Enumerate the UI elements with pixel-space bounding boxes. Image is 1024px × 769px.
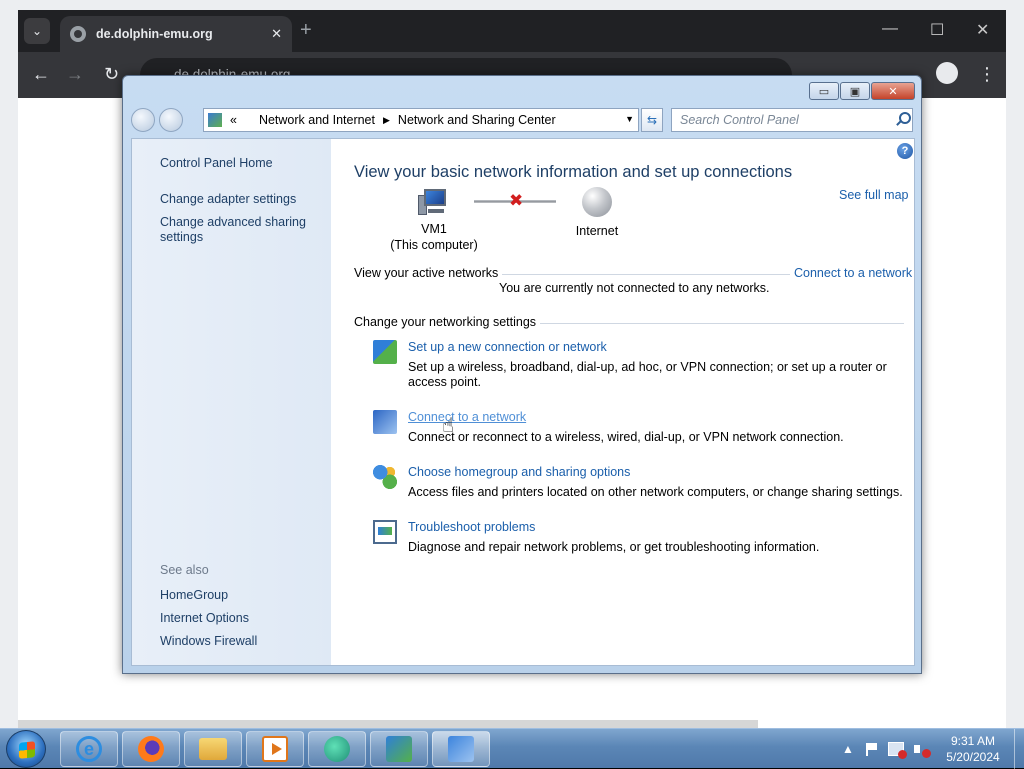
taskbar: e ▲ 9:31 AM 5/20/2024 [0,728,1024,769]
app-icon [324,736,350,762]
forward-arrow-icon[interactable]: → [66,64,84,84]
clock-date: 5/20/2024 [946,750,1000,764]
volume-muted-icon[interactable] [913,742,931,758]
action-center-flag-icon[interactable] [864,742,878,756]
firefox-icon [138,736,164,762]
breadcrumb[interactable]: « Network and Internet ▶ Network and Sha… [203,108,639,132]
task-description: Set up a wireless, broadband, dial-up, a… [408,360,887,389]
browser-maximize-button[interactable]: ☐ [930,20,944,40]
main-pane: ? View your basic network information an… [331,139,914,665]
internet-explorer-icon: e [76,736,102,762]
chevron-down-icon[interactable]: ▼ [625,114,634,124]
forward-button[interactable] [159,108,183,132]
search-input[interactable]: Search Control Panel [671,108,913,132]
window-caption-buttons: ▭ ▣ ✕ [808,82,915,100]
reload-icon[interactable]: ↻ [104,64,119,84]
task-description: Access files and printers located on oth… [408,485,903,499]
browser-menu-icon[interactable]: ⋮ [978,64,996,84]
control-panel-icon [208,113,222,127]
search-icon[interactable] [895,112,911,126]
connection-status-text: You are currently not connected to any n… [499,281,770,295]
breadcrumb-sharing-center[interactable]: Network and Sharing Center [398,113,556,127]
clock-time: 9:31 AM [950,734,996,748]
breadcrumb-network-internet[interactable]: Network and Internet [259,113,375,127]
homegroup-icon [373,465,397,489]
computer-subtitle: (This computer) [390,238,478,252]
globe-favicon-icon [70,26,86,42]
task-manager-icon [386,736,412,762]
sidebar: Control Panel Home Change adapter settin… [132,139,331,665]
account-circle-icon[interactable] [936,62,958,84]
back-forward-buttons [131,108,187,132]
see-full-map-link[interactable]: See full map [839,188,908,202]
internet-label: Internet [575,224,619,238]
connect-network-icon [373,410,397,434]
show-desktop-button[interactable] [1014,729,1024,769]
networking-settings-heading: Change your networking settings [354,315,541,329]
start-button[interactable] [6,730,46,768]
breadcrumb-separator-icon[interactable]: ▶ [383,115,390,126]
tab-close-icon[interactable]: ✕ [271,26,282,42]
computer-icon [418,189,450,217]
active-networks-heading: View your active networks [354,266,503,280]
browser-tab[interactable]: de.dolphin-emu.org ✕ [60,16,292,52]
back-arrow-icon[interactable]: ← [32,64,50,84]
system-clock[interactable]: 9:31 AM 5/20/2024 [934,733,1012,765]
tab-search-button[interactable]: ⌄ [24,18,50,44]
taskbar-media-player[interactable] [246,731,304,767]
disconnected-x-icon: ✖ [509,191,524,210]
new-tab-button[interactable]: + [300,20,312,40]
sidebar-change-advanced-sharing[interactable]: Change advanced sharing settings [160,215,310,245]
taskbar-control-panel[interactable] [432,731,490,767]
see-also-heading: See also [160,563,209,577]
sidebar-homegroup[interactable]: HomeGroup [160,588,228,603]
network-status-icon[interactable] [887,742,907,759]
setup-connection-link[interactable]: Set up a new connection or network [408,340,607,354]
media-player-icon [262,736,288,762]
breadcrumb-overflow[interactable]: « [230,113,237,127]
sidebar-internet-options[interactable]: Internet Options [160,611,249,626]
page-scroll-edge [18,720,758,728]
page-title: View your basic network information and … [354,163,793,181]
tab-strip: ⌄ de.dolphin-emu.org ✕ + — ☐ ✕ [18,10,1006,52]
control-panel-icon [448,736,474,762]
new-connection-icon [373,340,397,364]
window-content: Control Panel Home Change adapter settin… [131,138,915,666]
taskbar-task-manager[interactable] [370,731,428,767]
browser-minimize-button[interactable]: — [882,20,898,38]
help-icon[interactable]: ? [897,143,913,159]
network-sharing-center-window: ▭ ▣ ✕ « Network and Internet ▶ Network a… [122,75,922,674]
computer-name: VM1 [421,222,447,236]
sidebar-control-panel-home[interactable]: Control Panel Home [160,156,273,171]
taskbar-app[interactable] [308,731,366,767]
window-close-button[interactable]: ✕ [871,82,915,100]
connect-network-link[interactable]: Connect to a network [408,410,526,424]
explorer-address-bar: « Network and Internet ▶ Network and Sha… [131,106,913,134]
show-hidden-icons-button[interactable]: ▲ [842,742,854,756]
homegroup-sharing-link[interactable]: Choose homegroup and sharing options [408,465,630,479]
troubleshoot-icon [373,520,397,544]
refresh-button[interactable]: ⇆ [641,108,663,132]
globe-icon [582,187,612,217]
taskbar-file-explorer[interactable] [184,731,242,767]
taskbar-firefox[interactable] [122,731,180,767]
task-description: Diagnose and repair network problems, or… [408,540,820,554]
this-computer-node: VM1 (This computer) [389,189,479,253]
sidebar-change-adapter-settings[interactable]: Change adapter settings [160,192,296,207]
browser-close-button[interactable]: ✕ [976,20,989,40]
connect-to-network-link[interactable]: Connect to a network [790,266,913,280]
task-description: Connect or reconnect to a wireless, wire… [408,430,844,444]
internet-node: Internet [557,187,637,239]
window-minimize-button[interactable]: ▭ [809,82,839,100]
troubleshoot-link[interactable]: Troubleshoot problems [408,520,535,534]
hand-cursor-icon: ☝ [442,415,455,437]
system-tray: ▲ [842,729,940,769]
taskbar-internet-explorer[interactable]: e [60,731,118,767]
window-maximize-button[interactable]: ▣ [840,82,870,100]
sidebar-windows-firewall[interactable]: Windows Firewall [160,634,257,649]
back-button[interactable] [131,108,155,132]
tab-title: de.dolphin-emu.org [96,27,213,41]
file-explorer-icon [199,738,227,760]
